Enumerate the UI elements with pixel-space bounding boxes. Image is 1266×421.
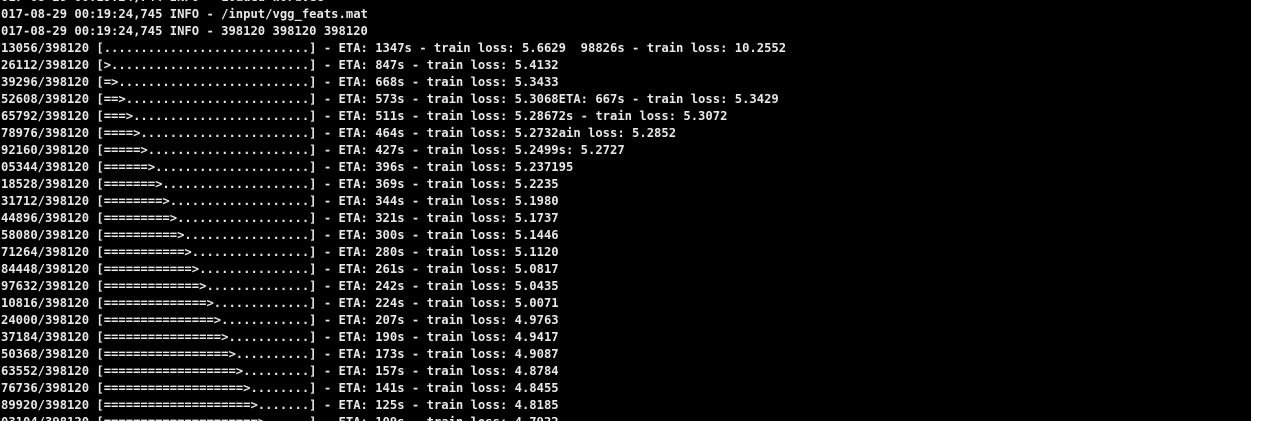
terminal-line: 58080/398120 [==========>...............… [1,228,559,242]
terminal-line: 017-08-29 00:19:24,745 INFO - /input/vgg… [1,7,368,21]
terminal-line: 76736/398120 [===================>......… [1,381,559,395]
terminal-line: 10816/398120 [==============>...........… [1,296,559,310]
terminal-line: 31712/398120 [========>.................… [1,194,559,208]
terminal-line: 05344/398120 [======>...................… [1,160,574,174]
terminal-line: 71264/398120 [===========>..............… [1,245,559,259]
terminal-line: 18528/398120 [=======>..................… [1,177,559,191]
terminal-line: 26112/398120 [>.........................… [1,58,559,72]
terminal-line: 24000/398120 [===============>..........… [1,313,559,327]
terminal-line: 78976/398120 [====>.....................… [1,126,677,140]
window-edge [1251,0,1266,421]
terminal-line: 63552/398120 [==================>.......… [1,364,559,378]
terminal-line: 017-08-29 00:19:24,745 INFO - 398120 398… [1,24,368,38]
terminal-line: 13056/398120 [..........................… [1,41,787,55]
terminal-line: 37184/398120 [================>.........… [1,330,559,344]
terminal-line: 39296/398120 [=>........................… [1,75,559,89]
terminal-line: 50368/398120 [=================>........… [1,347,559,361]
terminal-line: 03104/398120 [=====================>....… [1,414,786,421]
terminal-line: 92160/398120 [=====>....................… [1,143,625,157]
terminal-line: 97632/398120 [=============>............… [1,279,559,293]
terminal-window[interactable]: 017-08-29 00:19:24,744 INFO - Loaded wor… [0,0,1251,421]
terminal-line: 52608/398120 [==>.......................… [1,92,779,106]
terminal-line: 65792/398120 [===>......................… [1,109,728,123]
terminal-line: 44896/398120 [=========>................… [1,211,559,225]
terminal-output: 017-08-29 00:19:24,744 INFO - Loaded wor… [1,0,786,421]
terminal-line: 89920/398120 [====================>.....… [1,398,559,412]
terminal-line: 84448/398120 [============>.............… [1,262,559,276]
